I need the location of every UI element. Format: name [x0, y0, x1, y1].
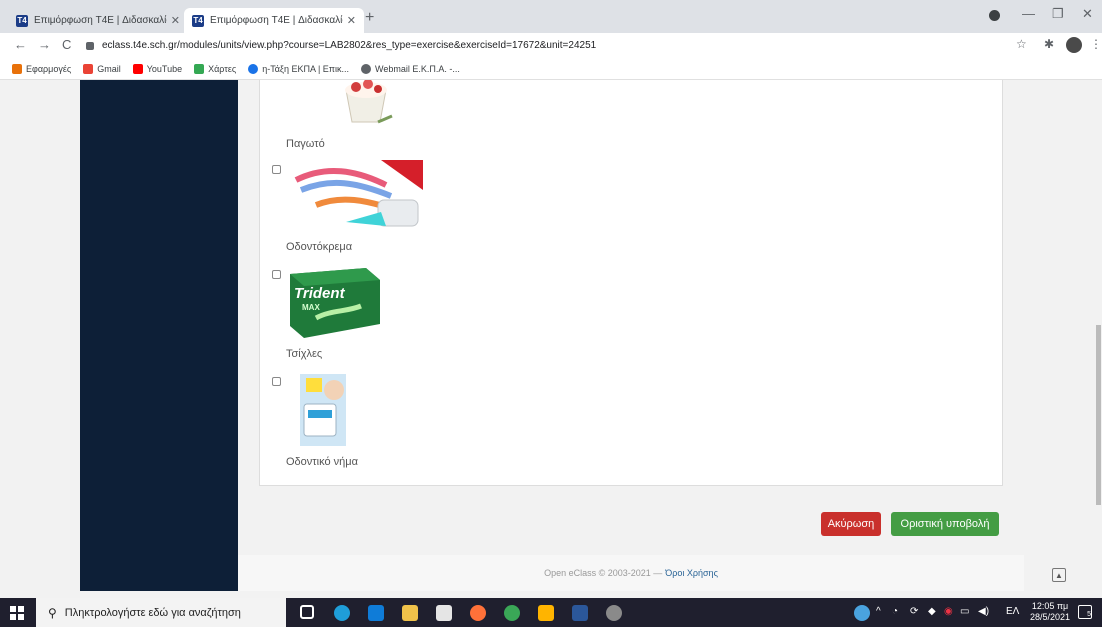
app-icon[interactable] — [538, 605, 554, 621]
tab-title: Επιμόρφωση T4E | Διδασκαλία Σ — [34, 15, 167, 26]
gmail-icon — [83, 63, 94, 74]
bookmarks-bar: Εφαρμογές Gmail YouTube Χάρτες η-Τάξη ΕΚ… — [0, 58, 1102, 80]
language-indicator[interactable]: ΕΛ — [1006, 606, 1019, 617]
tab-title: Επιμόρφωση T4E | Διδασκαλία Σ — [210, 15, 343, 26]
help-icon[interactable] — [854, 605, 870, 621]
browser-tab-active[interactable]: T4 Επιμόρφωση T4E | Διδασκαλία Σ ✕ — [184, 8, 364, 33]
notification-count: 5 — [1087, 611, 1091, 618]
back-button[interactable]: ← — [14, 37, 27, 52]
question-card: Παγωτό Οδοντόκρεμα Trident MAX Τσίχλες Ο… — [259, 80, 1003, 486]
final-submit-button[interactable]: Οριστική υποβολή — [891, 512, 999, 536]
url-text: eclass.t4e.sch.gr/modules/units/view.php… — [102, 40, 597, 51]
tray-chevron-icon[interactable]: ^ — [876, 606, 881, 617]
taskbar-search[interactable]: ⚲ Πληκτρολογήστε εδώ για αναζήτηση — [36, 598, 286, 627]
network-icon[interactable]: ◔ — [892, 606, 898, 617]
scroll-to-top-button[interactable]: ▲ — [1052, 568, 1066, 582]
copyright-text: Open eClass © 2003-2021 — — [544, 568, 663, 578]
bookmark-star-icon[interactable]: ☆ — [1016, 37, 1027, 51]
globe-icon — [361, 63, 372, 74]
antivirus-icon[interactable]: ◉ — [944, 606, 953, 617]
mail-icon[interactable] — [368, 605, 384, 621]
trident-gum-image: Trident MAX — [290, 268, 380, 338]
terms-link[interactable]: Όροι Χρήσης — [665, 568, 718, 578]
file-explorer-icon[interactable] — [402, 605, 418, 621]
reload-button[interactable]: C — [62, 37, 71, 52]
lock-icon — [86, 41, 94, 50]
taskbar-clock[interactable]: 12:05 πμ 28/5/2021 — [1030, 601, 1070, 623]
page-scrollbar[interactable] — [1096, 325, 1101, 505]
extensions-icon[interactable]: ✱ — [1044, 37, 1054, 51]
paint-icon[interactable] — [606, 605, 622, 621]
dropbox-icon[interactable]: ◆ — [928, 606, 936, 617]
option-label: Οδοντικό νήμα — [286, 456, 358, 468]
gum-variant-text: MAX — [302, 303, 320, 312]
bookmark-youtube[interactable]: YouTube — [132, 63, 182, 74]
minimize-button[interactable]: — — [1022, 6, 1035, 21]
tab-close-icon[interactable]: ✕ — [171, 14, 180, 27]
browser-toolbar: ← → C eclass.t4e.sch.gr/modules/units/vi… — [0, 33, 1102, 58]
apps-grid-icon — [12, 63, 22, 74]
page-footer: Open eClass © 2003-2021 — Όροι Χρήσης — [238, 555, 1024, 591]
main-content: Παγωτό Οδοντόκρεμα Trident MAX Τσίχλες Ο… — [238, 80, 1024, 555]
firefox-icon[interactable] — [470, 605, 486, 621]
new-tab-button[interactable]: + — [365, 9, 374, 27]
notifications-icon[interactable]: 5 — [1078, 605, 1092, 619]
profile-avatar[interactable] — [1066, 37, 1082, 53]
address-bar[interactable]: eclass.t4e.sch.gr/modules/units/view.php… — [86, 36, 1024, 55]
word-icon[interactable] — [572, 605, 588, 621]
bookmark-maps[interactable]: Χάρτες — [194, 63, 236, 74]
toothpaste-image — [286, 160, 423, 232]
option-label: Οδοντόκρεμα — [286, 241, 353, 253]
clock-date: 28/5/2021 — [1030, 612, 1071, 622]
battery-icon[interactable]: ▭ — [960, 606, 969, 617]
browser-menu-icon[interactable]: ⋮ — [1090, 37, 1102, 51]
window-close-button[interactable]: ✕ — [1082, 6, 1093, 22]
maps-icon — [194, 63, 205, 74]
gum-brand-text: Trident — [294, 285, 346, 302]
store-icon[interactable] — [436, 605, 452, 621]
option-label: Τσίχλες — [286, 348, 323, 360]
browser-tab-strip: T4 Επιμόρφωση T4E | Διδασκαλία Σ ✕ T4 Επ… — [0, 0, 1102, 33]
page-body: Παγωτό Οδοντόκρεμα Trident MAX Τσίχλες Ο… — [0, 80, 1102, 598]
task-view-icon[interactable] — [300, 605, 314, 619]
option-label: Παγωτό — [286, 138, 325, 150]
bookmark-eclass-ekpa[interactable]: η-Τάξη ΕΚΠΑ | Επικ... — [248, 63, 349, 74]
bookmark-apps[interactable]: Εφαρμογές — [12, 63, 71, 74]
taskbar-search-placeholder: Πληκτρολογήστε εδώ για αναζήτηση — [64, 606, 241, 619]
option-checkbox[interactable] — [272, 165, 281, 174]
search-icon: ⚲ — [48, 605, 57, 620]
browser-tab[interactable]: T4 Επιμόρφωση T4E | Διδασκαλία Σ ✕ — [8, 8, 188, 33]
maximize-button[interactable]: ❐ — [1052, 6, 1064, 22]
bookmark-gmail[interactable]: Gmail — [83, 63, 121, 74]
ice-cream-image — [345, 80, 393, 124]
windows-taskbar: ⚲ Πληκτρολογήστε εδώ για αναζήτηση ^ ◔ ⟳… — [0, 598, 1102, 627]
eclass-favicon-icon: T4 — [16, 14, 28, 27]
eclass-favicon-icon: T4 — [192, 14, 204, 27]
bookmark-webmail[interactable]: Webmail Ε.Κ.Π.Α. -... — [361, 63, 460, 74]
record-indicator-icon[interactable] — [989, 10, 1000, 21]
clock-time: 12:05 πμ — [1031, 601, 1069, 611]
eclass-icon — [248, 63, 259, 74]
youtube-icon — [132, 63, 143, 74]
course-sidebar — [80, 80, 238, 591]
sync-icon[interactable]: ⟳ — [910, 606, 918, 617]
tab-close-icon[interactable]: ✕ — [347, 14, 356, 27]
forward-button[interactable]: → — [38, 37, 51, 52]
option-checkbox[interactable] — [272, 377, 281, 386]
chrome-icon[interactable] — [504, 605, 520, 621]
option-checkbox[interactable] — [272, 270, 281, 279]
windows-start-button[interactable] — [10, 606, 24, 620]
volume-icon[interactable]: ◀) — [978, 606, 989, 617]
cancel-button[interactable]: Ακύρωση — [821, 512, 881, 536]
dental-floss-image — [300, 374, 346, 446]
edge-icon[interactable] — [334, 605, 350, 621]
